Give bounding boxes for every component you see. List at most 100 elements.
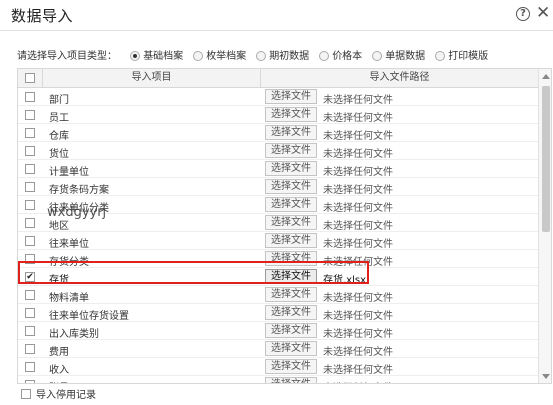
row-checkbox[interactable] — [25, 290, 35, 300]
import-item-name: 部门 — [49, 95, 69, 106]
table-row: 物料清单 选择文件 未选择任何文件 — [18, 286, 538, 304]
choose-file-button[interactable]: 选择文件 — [265, 179, 317, 194]
import-item-name: 计量单位 — [49, 167, 89, 178]
import-type-option-label: 基础档案 — [143, 51, 184, 62]
scroll-thumb[interactable] — [542, 86, 550, 232]
row-checkbox[interactable] — [25, 254, 35, 264]
table-row: 计量单位 选择文件 未选择任何文件 — [18, 160, 538, 178]
row-checkbox[interactable] — [25, 128, 35, 138]
selected-file-name: 未选择任何文件 — [323, 203, 393, 214]
selected-file-name: 未选择任何文件 — [323, 185, 393, 196]
row-checkbox[interactable] — [25, 200, 35, 210]
selected-file-name: 未选择任何文件 — [323, 167, 393, 178]
choose-file-button[interactable]: 选择文件 — [265, 269, 317, 284]
radio-button[interactable] — [193, 51, 204, 61]
import-type-option[interactable]: 打印模版 — [435, 47, 488, 62]
import-disabled-records-label: 导入停用记录 — [36, 390, 96, 401]
import-type-option[interactable]: 期初数据 — [256, 47, 309, 62]
row-checkbox[interactable] — [25, 218, 35, 228]
help-icon[interactable]: ? — [516, 7, 530, 21]
selected-file-name: 未选择任何文件 — [323, 365, 393, 376]
selected-file-name: 未选择任何文件 — [323, 131, 393, 142]
selected-file-name: 未选择任何文件 — [323, 379, 393, 383]
choose-file-button[interactable]: 选择文件 — [265, 323, 317, 338]
table-body: 部门 选择文件 未选择任何文件 员工 选择文件 未选择任何文件 仓库 选择文件 未选择任何文件货… — [18, 88, 538, 383]
table-row: 存货条码方案 选择文件 未选择任何文件 — [18, 178, 538, 196]
header-import-item: 导入项目 — [43, 69, 261, 87]
selected-file-name: 未选择任何文件 — [323, 257, 393, 268]
table-row: 货位 选择文件 未选择任何文件 — [18, 142, 538, 160]
selected-file-name: 未选择任何文件 — [323, 221, 393, 232]
import-type-option[interactable]: 价格本 — [319, 47, 362, 62]
choose-file-button[interactable]: 选择文件 — [265, 251, 317, 266]
import-item-name: 存货 — [49, 275, 69, 286]
import-type-option-label: 单据数据 — [385, 51, 426, 62]
row-checkbox[interactable] — [25, 92, 35, 102]
choose-file-button[interactable]: 选择文件 — [265, 233, 317, 248]
row-checkbox[interactable] — [25, 362, 35, 372]
import-item-name: 账号 — [49, 379, 69, 383]
selected-file-name: 未选择任何文件 — [323, 95, 393, 106]
selected-file-name: 未选择任何文件 — [323, 239, 393, 250]
row-checkbox[interactable] — [25, 110, 35, 120]
selected-file-name: 未选择任何文件 — [323, 293, 393, 304]
import-item-name: 仓库 — [49, 131, 69, 142]
table-row: ✔ 存货 选择文件 存货.xlsx — [18, 268, 538, 286]
choose-file-button[interactable]: 选择文件 — [265, 215, 317, 230]
select-all-checkbox[interactable] — [25, 73, 35, 83]
row-checkbox[interactable] — [25, 236, 35, 246]
scroll-up-icon[interactable] — [542, 74, 550, 79]
import-type-option[interactable]: 枚举档案 — [193, 47, 246, 62]
import-item-name: 往来单位 — [49, 239, 89, 250]
row-checkbox[interactable] — [25, 380, 35, 383]
import-type-label: 请选择导入项目类型： — [17, 51, 117, 62]
import-item-name: 存货分类 — [49, 257, 89, 268]
import-disabled-records-checkbox[interactable] — [21, 388, 31, 399]
import-type-option[interactable]: 单据数据 — [372, 47, 425, 62]
selected-file-name: 未选择任何文件 — [323, 329, 393, 340]
choose-file-button[interactable]: 选择文件 — [265, 143, 317, 158]
row-checkbox[interactable] — [25, 146, 35, 156]
radio-button[interactable] — [435, 51, 446, 61]
header-file-path: 导入文件路径 — [369, 72, 430, 83]
choose-file-button[interactable]: 选择文件 — [265, 107, 317, 122]
selected-file-name: 未选择任何文件 — [323, 149, 393, 160]
row-checkbox[interactable] — [25, 344, 35, 354]
choose-file-button[interactable]: 选择文件 — [265, 89, 317, 104]
vertical-scrollbar[interactable] — [538, 69, 551, 383]
title-bar: 数据导入 ? ✕ — [0, 0, 553, 31]
radio-button[interactable] — [372, 51, 383, 61]
row-checkbox[interactable] — [25, 308, 35, 318]
row-checkbox[interactable] — [25, 182, 35, 192]
selected-file-name: 未选择任何文件 — [323, 347, 393, 358]
choose-file-button[interactable]: 选择文件 — [265, 287, 317, 302]
row-checkbox[interactable] — [25, 326, 35, 336]
scroll-down-icon[interactable] — [542, 374, 550, 379]
import-item-name: 存货条码方案 — [49, 185, 109, 196]
import-item-name: 物料清单 — [49, 293, 89, 304]
import-type-option-label: 打印模版 — [448, 51, 489, 62]
selected-file-name: 存货.xlsx — [323, 275, 367, 286]
row-checkbox[interactable]: ✔ — [25, 272, 35, 282]
table-row: 费用 选择文件 未选择任何文件 — [18, 340, 538, 358]
table-row: 部门 选择文件 未选择任何文件 — [18, 88, 538, 106]
import-items-table: 导入项目 导入文件路径 部门 选择文件 未选择任何文件 员工 选择文件 未选择任何文件 仓库… — [17, 68, 552, 384]
choose-file-button[interactable]: 选择文件 — [265, 359, 317, 374]
choose-file-button[interactable]: 选择文件 — [265, 305, 317, 320]
close-icon[interactable]: ✕ — [536, 3, 550, 23]
choose-file-button[interactable]: 选择文件 — [265, 341, 317, 356]
choose-file-button[interactable]: 选择文件 — [265, 161, 317, 176]
table-row: 存货分类 选择文件 未选择任何文件 — [18, 250, 538, 268]
choose-file-button[interactable]: 选择文件 — [265, 377, 317, 383]
radio-button[interactable] — [319, 51, 330, 61]
import-item-name: 出入库类别 — [49, 329, 99, 340]
import-type-option[interactable]: 基础档案 — [130, 47, 183, 62]
radio-button[interactable] — [130, 51, 141, 61]
table-row: 出入库类别 选择文件 未选择任何文件 — [18, 322, 538, 340]
watermark: wxdgyyrj — [47, 205, 107, 220]
table-row: 收入 选择文件 未选择任何文件 — [18, 358, 538, 376]
choose-file-button[interactable]: 选择文件 — [265, 197, 317, 212]
row-checkbox[interactable] — [25, 164, 35, 174]
choose-file-button[interactable]: 选择文件 — [265, 125, 317, 140]
radio-button[interactable] — [256, 51, 267, 61]
